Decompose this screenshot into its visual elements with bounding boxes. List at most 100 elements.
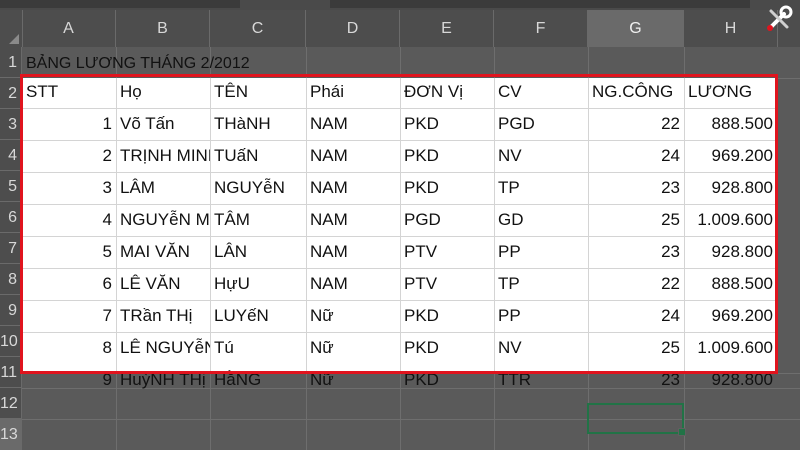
column-header-a[interactable]: A	[22, 10, 116, 47]
cell-ho[interactable]: TRần THị	[116, 300, 210, 332]
sheet-title[interactable]: BẢNG LƯƠNG THÁNG 2/2012	[26, 47, 250, 78]
header-cell-ten[interactable]: TÊN	[210, 76, 306, 108]
cell-ten[interactable]: THàNH	[210, 108, 306, 140]
cell-stt[interactable]: 9	[22, 364, 116, 396]
row-header[interactable]: 7	[0, 233, 22, 264]
row-header[interactable]: 4	[0, 140, 22, 171]
cell-ten[interactable]: TUấN	[210, 140, 306, 172]
cell-ten[interactable]: Tú	[210, 332, 306, 364]
cell-don-vi[interactable]: PKD	[400, 172, 494, 204]
cell-cv[interactable]: TP	[494, 268, 588, 300]
cell-stt[interactable]: 2	[22, 140, 116, 172]
cell-ng-cong[interactable]: 22	[588, 108, 684, 140]
cell-ho[interactable]: HuỳNH THị	[116, 364, 210, 396]
cell-ten[interactable]: LUYếN	[210, 300, 306, 332]
fill-handle[interactable]	[678, 428, 686, 436]
cell-cv[interactable]: PGD	[494, 108, 588, 140]
cell-luong[interactable]: 928.800	[684, 364, 777, 396]
cell-stt[interactable]: 6	[22, 268, 116, 300]
cell-phai[interactable]: NAM	[306, 236, 400, 268]
cell-ho[interactable]: Võ Tấn	[116, 108, 210, 140]
spreadsheet-grid[interactable]: BẢNG LƯƠNG THÁNG 2/2012 STT Họ TÊN Phái ĐƠN …	[22, 47, 800, 450]
cell-don-vi[interactable]: PKD	[400, 364, 494, 396]
cell-ng-cong[interactable]: 24	[588, 140, 684, 172]
column-header-e[interactable]: E	[400, 10, 494, 47]
header-cell-ho[interactable]: Họ	[116, 76, 210, 108]
cell-ng-cong[interactable]: 22	[588, 268, 684, 300]
cell-stt[interactable]: 4	[22, 204, 116, 236]
cell-stt[interactable]: 5	[22, 236, 116, 268]
cell-ten[interactable]: TÂM	[210, 204, 306, 236]
cell-cv[interactable]: NV	[494, 332, 588, 364]
cell-cv[interactable]: TP	[494, 172, 588, 204]
column-header-b[interactable]: B	[116, 10, 210, 47]
cell-ng-cong[interactable]: 25	[588, 204, 684, 236]
column-header-g[interactable]: G	[588, 10, 684, 47]
row-header[interactable]: 2	[0, 78, 22, 109]
header-cell-stt[interactable]: STT	[22, 76, 116, 108]
cell-stt[interactable]: 1	[22, 108, 116, 140]
active-cell-g13[interactable]	[587, 403, 686, 436]
cell-don-vi[interactable]: PTV	[400, 236, 494, 268]
cell-luong[interactable]: 969.200	[684, 300, 777, 332]
row-header[interactable]: 10	[0, 326, 22, 357]
cell-phai[interactable]: NAM	[306, 108, 400, 140]
cell-ho[interactable]: NGUYễN MINH	[116, 204, 210, 236]
cell-cv[interactable]: TTR	[494, 364, 588, 396]
cell-ng-cong[interactable]: 25	[588, 332, 684, 364]
row-header[interactable]: 12	[0, 388, 22, 419]
cell-phai[interactable]: NAM	[306, 140, 400, 172]
cell-phai[interactable]: NAM	[306, 172, 400, 204]
header-cell-ng-cong[interactable]: NG.CÔNG	[588, 76, 684, 108]
cell-luong[interactable]: 928.800	[684, 172, 777, 204]
header-cell-luong[interactable]: LƯƠNG	[684, 76, 777, 108]
cell-ho[interactable]: LÂM	[116, 172, 210, 204]
row-header[interactable]: 8	[0, 264, 22, 295]
cell-cv[interactable]: GD	[494, 204, 588, 236]
cell-don-vi[interactable]: PTV	[400, 268, 494, 300]
cell-luong[interactable]: 1.009.600	[684, 332, 777, 364]
cell-phai[interactable]: NAM	[306, 204, 400, 236]
cell-luong[interactable]: 888.500	[684, 268, 777, 300]
cell-stt[interactable]: 7	[22, 300, 116, 332]
cell-cv[interactable]: PP	[494, 300, 588, 332]
cell-don-vi[interactable]: PKD	[400, 332, 494, 364]
header-cell-cv[interactable]: CV	[494, 76, 588, 108]
cell-don-vi[interactable]: PKD	[400, 140, 494, 172]
row-header[interactable]: 9	[0, 295, 22, 326]
cell-ten[interactable]: LÂN	[210, 236, 306, 268]
row-header[interactable]: 6	[0, 202, 22, 233]
cell-phai[interactable]: Nữ	[306, 332, 400, 364]
cell-cv[interactable]: PP	[494, 236, 588, 268]
cell-ng-cong[interactable]: 23	[588, 236, 684, 268]
cell-don-vi[interactable]: PKD	[400, 108, 494, 140]
cell-phai[interactable]: Nữ	[306, 364, 400, 396]
cell-ho[interactable]: TRỊNH MINH	[116, 140, 210, 172]
row-header[interactable]: 1	[0, 47, 22, 78]
cell-ng-cong[interactable]: 23	[588, 364, 684, 396]
cell-ng-cong[interactable]: 23	[588, 172, 684, 204]
header-cell-phai[interactable]: Phái	[306, 76, 400, 108]
cell-phai[interactable]: Nữ	[306, 300, 400, 332]
cell-luong[interactable]: 928.800	[684, 236, 777, 268]
cell-ng-cong[interactable]: 24	[588, 300, 684, 332]
row-header[interactable]: 13	[0, 419, 22, 450]
row-header[interactable]: 11	[0, 357, 22, 388]
cell-ten[interactable]: HựU	[210, 268, 306, 300]
cell-cv[interactable]: NV	[494, 140, 588, 172]
cell-ho[interactable]: LÊ NGUYễN	[116, 332, 210, 364]
column-header-f[interactable]: F	[494, 10, 588, 47]
cell-ho[interactable]: MAI VĂN	[116, 236, 210, 268]
select-all-button[interactable]	[0, 10, 23, 47]
row-header[interactable]: 3	[0, 109, 22, 140]
column-header-d[interactable]: D	[306, 10, 400, 47]
cell-ten[interactable]: HằNG	[210, 364, 306, 396]
cell-don-vi[interactable]: PKD	[400, 300, 494, 332]
cell-don-vi[interactable]: PGD	[400, 204, 494, 236]
cell-luong[interactable]: 969.200	[684, 140, 777, 172]
cell-ho[interactable]: LÊ VĂN	[116, 268, 210, 300]
cell-luong[interactable]: 888.500	[684, 108, 777, 140]
cell-ten[interactable]: NGUYễN	[210, 172, 306, 204]
column-header-c[interactable]: C	[210, 10, 306, 47]
cell-phai[interactable]: NAM	[306, 268, 400, 300]
